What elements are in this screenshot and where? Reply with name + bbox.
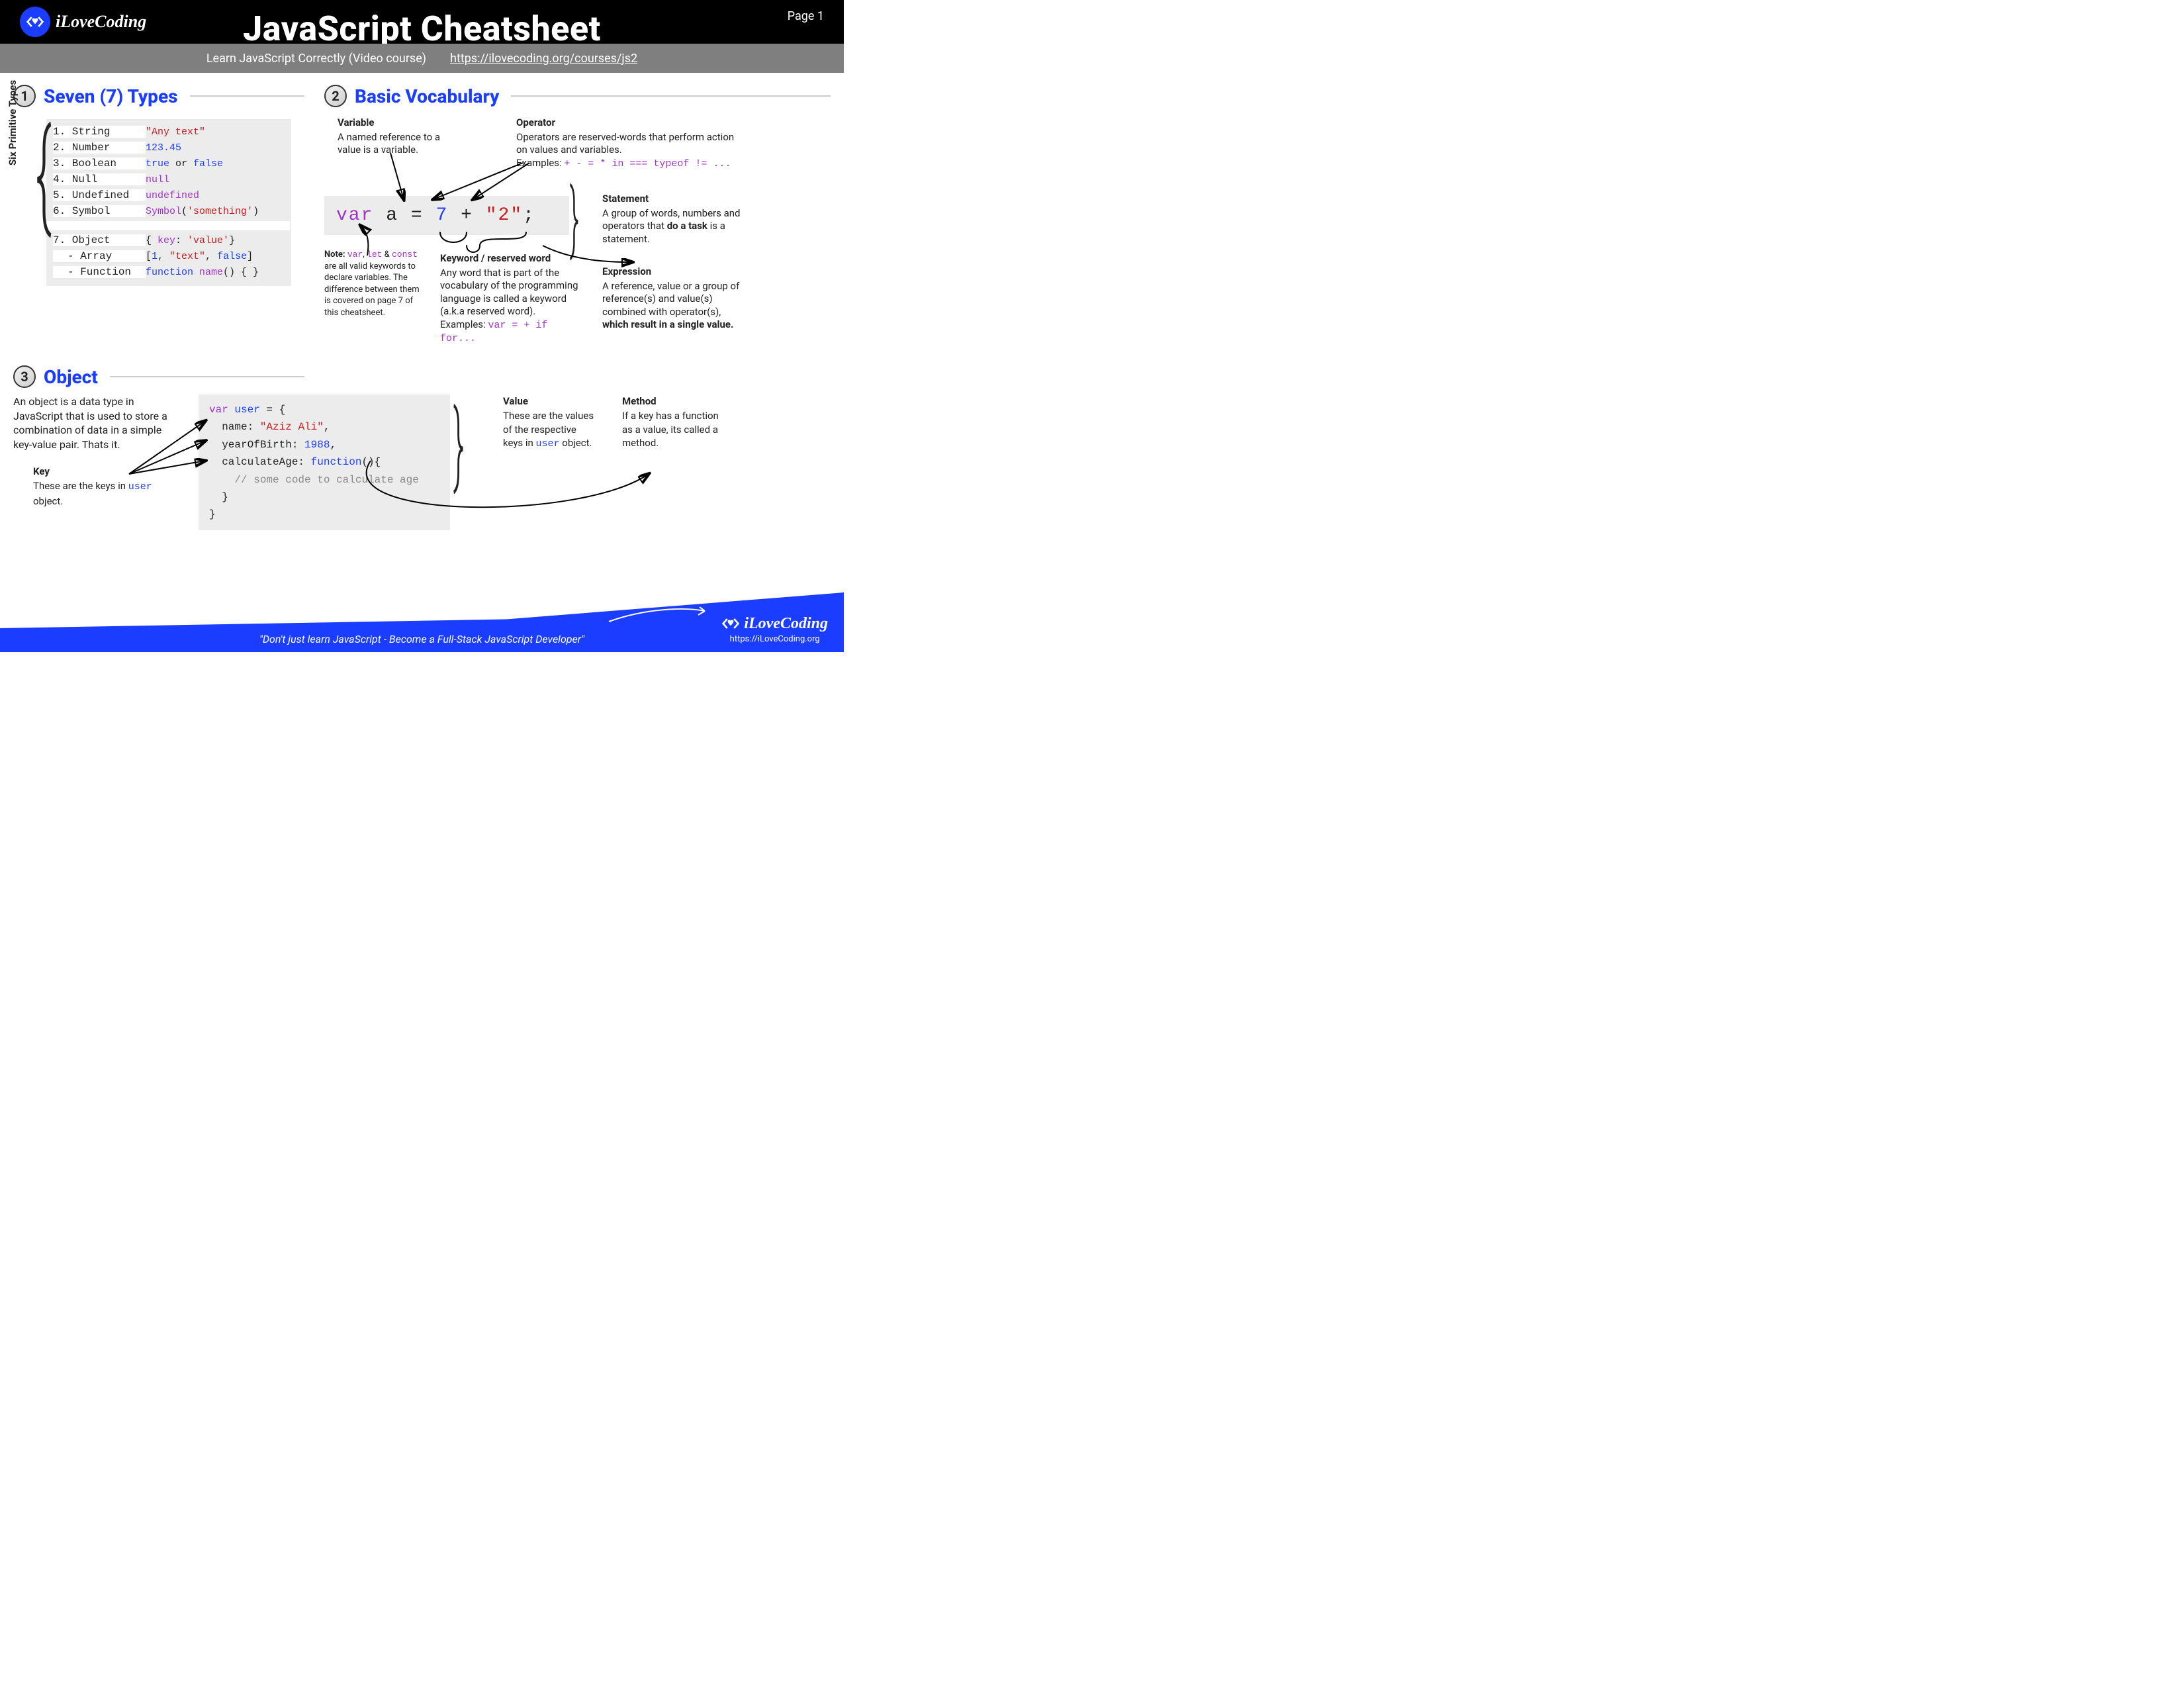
section-2-header: 2 Basic Vocabulary: [324, 85, 831, 107]
brace-icon: }: [570, 172, 579, 265]
brand-logo-icon: [721, 614, 740, 633]
type-boolean: 3. Boolean: [53, 158, 146, 169]
type-object-example: { key: 'value'}: [146, 235, 283, 246]
brand-logo-icon: [20, 7, 50, 37]
page-number: Page 1: [788, 9, 824, 23]
section-3-header: 3 Object: [13, 365, 304, 388]
footer-logo: iLoveCoding https://iLoveCoding.org: [721, 614, 828, 644]
var-let-const-note: Note: var, let & const are all valid key…: [324, 249, 427, 318]
page-title: JavaScript Cheatsheet: [243, 9, 601, 44]
footer-bar: "Don't just learn JavaScript - Become a …: [0, 592, 844, 652]
type-null: 4. Null: [53, 173, 146, 185]
expression-annotation: Expression A reference, value or a group…: [602, 265, 748, 332]
primitive-types-label: Six Primitive Types: [7, 80, 19, 165]
method-annotation: Method If a key has a function as a valu…: [622, 395, 721, 530]
type-boolean-example: true or false: [146, 158, 283, 169]
statement-annotation: Statement A group of words, numbers and …: [602, 193, 741, 246]
types-table: 1. String "Any text" 2. Number 123.45 3.…: [46, 119, 291, 286]
course-link[interactable]: https://ilovecoding.org/courses/js2: [450, 52, 637, 66]
section-number-2: 2: [324, 85, 347, 107]
brace-icon: {: [36, 120, 52, 228]
object-code-example: var user = { name: "Aziz Ali", yearOfBir…: [199, 395, 450, 530]
arrow-icon: [606, 602, 711, 628]
section-title-2: Basic Vocabulary: [355, 85, 499, 107]
type-array-example: [1, "text", false]: [146, 251, 283, 262]
footer-brand: iLoveCoding: [744, 615, 828, 633]
type-string: 1. String: [53, 126, 146, 138]
section-number-3: 3: [13, 365, 36, 388]
section-title-3: Object: [44, 366, 98, 388]
section-title-1: Seven (7) Types: [44, 85, 178, 107]
type-null-example: null: [146, 174, 283, 185]
type-number-example: 123.45: [146, 142, 283, 154]
footer-link[interactable]: https://iLoveCoding.org: [730, 634, 820, 644]
brace-icon: }: [453, 391, 464, 499]
value-annotation: Value These are the values of the respec…: [503, 395, 596, 530]
type-array: - Array: [53, 250, 146, 262]
type-number: 2. Number: [53, 142, 146, 154]
type-undefined-example: undefined: [146, 190, 283, 201]
variable-annotation: Variable A named reference to a value is…: [338, 117, 463, 157]
subheader-bar: Learn JavaScript Correctly (Video course…: [0, 44, 844, 73]
header-bar: iLoveCoding JavaScript Cheatsheet Page 1: [0, 0, 844, 44]
operator-annotation: Operator Operators are reserved-words th…: [516, 117, 741, 170]
type-undefined: 5. Undefined: [53, 189, 146, 201]
brand-name: iLoveCoding: [56, 12, 146, 32]
key-annotation: Key These are the keys in user object.: [33, 465, 152, 508]
type-object: 7. Object: [53, 234, 146, 246]
keyword-annotation: Keyword / reserved word Any word that is…: [440, 252, 582, 346]
type-symbol-example: Symbol('something'): [146, 206, 283, 217]
course-label: Learn JavaScript Correctly (Video course…: [206, 52, 426, 66]
vocab-code-example: var a = 7 + "2";: [324, 196, 569, 235]
type-symbol: 6. Symbol: [53, 205, 146, 217]
object-intro-text: An object is a data type in JavaScript t…: [13, 395, 179, 530]
type-function: - Function: [53, 266, 146, 278]
section-1-header: 1 Seven (7) Types: [13, 85, 304, 107]
type-string-example: "Any text": [146, 126, 283, 138]
footer-tagline: "Don't just learn JavaScript - Become a …: [259, 633, 584, 645]
type-function-example: function name() { }: [146, 267, 283, 278]
